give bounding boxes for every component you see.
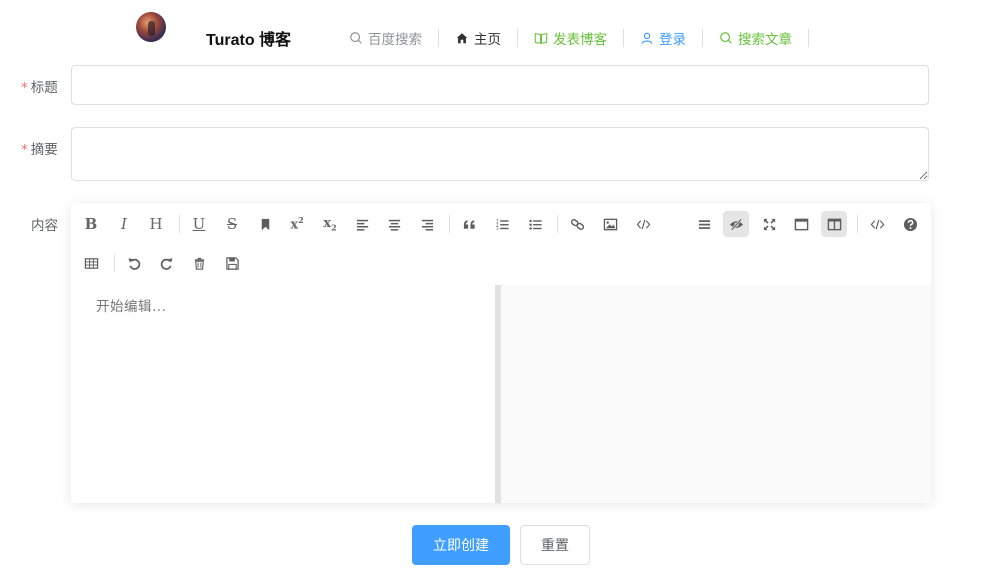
redo-icon[interactable] xyxy=(153,250,179,276)
header-icon[interactable]: H xyxy=(143,211,169,237)
save-icon[interactable] xyxy=(219,250,245,276)
required-mark: * xyxy=(21,142,28,158)
align-right-icon[interactable] xyxy=(414,211,440,237)
nav-item-label: 搜索文章 xyxy=(738,32,792,48)
markdown-edit-pane[interactable]: 开始编辑... xyxy=(71,285,495,503)
nav-item-publish-blog[interactable]: 发表博客 xyxy=(518,29,624,48)
nav-item-home[interactable]: 主页 xyxy=(439,29,518,48)
create-button[interactable]: 立即创建 xyxy=(412,525,510,565)
link-icon[interactable] xyxy=(564,211,590,237)
help-icon[interactable] xyxy=(897,211,923,237)
summary-textarea[interactable] xyxy=(71,127,929,181)
content-label: 内容 xyxy=(31,218,58,234)
nav-item-label: 主页 xyxy=(474,32,501,48)
italic-icon[interactable]: I xyxy=(111,211,137,237)
preview-icon[interactable] xyxy=(723,211,749,237)
code-icon[interactable] xyxy=(630,211,656,237)
underline-icon[interactable]: U xyxy=(186,211,212,237)
title-label-text: 标题 xyxy=(30,80,58,96)
subfield-icon[interactable] xyxy=(821,211,847,237)
bold-icon[interactable]: B xyxy=(78,211,104,237)
title-label: * 标题 xyxy=(21,76,58,96)
toolbar-divider xyxy=(557,215,558,233)
toolbar-divider xyxy=(857,215,858,233)
quote-icon[interactable] xyxy=(456,211,482,237)
top-navbar: Turato 博客 百度搜索 主页 发表博客 登录 搜索文章 xyxy=(0,0,995,60)
nav-item-label: 百度搜索 xyxy=(368,32,422,48)
editor-placeholder: 开始编辑... xyxy=(96,299,167,315)
nav-item-label: 登录 xyxy=(659,32,686,48)
mark-icon[interactable] xyxy=(252,211,278,237)
nav-item-label: 发表博客 xyxy=(553,32,607,48)
search-icon xyxy=(720,32,732,44)
book-icon xyxy=(534,33,548,44)
site-brand[interactable]: Turato 博客 xyxy=(206,26,291,50)
markdown-preview-pane xyxy=(501,285,931,503)
markdown-editor: B I H U S x2 x2 123 开始编辑... xyxy=(71,203,931,503)
nav-item-search-articles[interactable]: 搜索文章 xyxy=(703,29,809,48)
search-icon xyxy=(350,32,362,44)
summary-label: * 摘要 xyxy=(21,138,58,158)
image-icon[interactable] xyxy=(597,211,623,237)
svg-text:3: 3 xyxy=(495,226,498,231)
ordered-list-icon[interactable]: 123 xyxy=(489,211,515,237)
reset-button[interactable]: 重置 xyxy=(520,525,590,565)
undo-icon[interactable] xyxy=(121,250,147,276)
user-icon xyxy=(641,32,653,44)
toolbar-divider xyxy=(179,215,180,233)
avatar[interactable] xyxy=(136,12,166,42)
title-input[interactable] xyxy=(71,65,929,105)
summary-label-text: 摘要 xyxy=(30,142,58,158)
nav-item-login[interactable]: 登录 xyxy=(624,29,703,48)
superscript-icon[interactable]: x2 xyxy=(284,211,310,237)
subscript-icon[interactable]: x2 xyxy=(317,211,343,237)
unordered-list-icon[interactable] xyxy=(522,211,548,237)
home-icon xyxy=(456,33,468,44)
nav-item-baidu-search[interactable]: 百度搜索 xyxy=(333,29,439,48)
nav-menu: 百度搜索 主页 发表博客 登录 搜索文章 xyxy=(333,26,809,50)
align-center-icon[interactable] xyxy=(381,211,407,237)
read-mode-icon[interactable] xyxy=(788,211,814,237)
required-mark: * xyxy=(21,80,28,96)
toolbar-divider xyxy=(449,215,450,233)
html-code-icon[interactable] xyxy=(864,211,890,237)
strikethrough-icon[interactable]: S xyxy=(219,211,245,237)
trash-icon[interactable] xyxy=(186,250,212,276)
align-left-icon[interactable] xyxy=(349,211,375,237)
fullscreen-icon[interactable] xyxy=(756,211,782,237)
table-icon[interactable] xyxy=(78,250,104,276)
editor-toolbar: B I H U S x2 x2 123 xyxy=(71,203,931,283)
toolbar-divider xyxy=(114,254,115,272)
navigation-icon[interactable] xyxy=(691,211,717,237)
